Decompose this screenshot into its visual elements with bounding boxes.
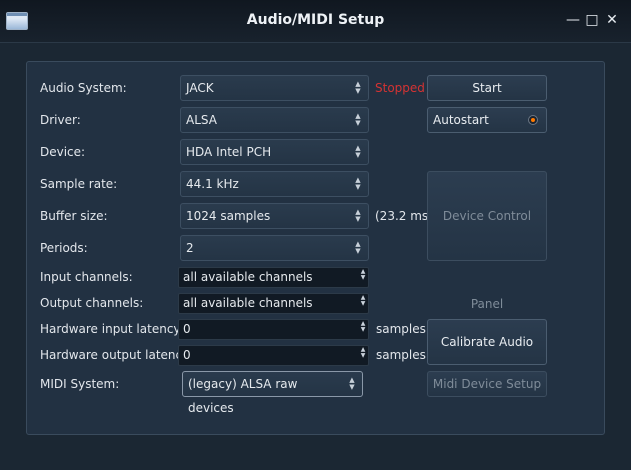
sample-rate-value: 44.1 kHz xyxy=(186,177,239,191)
audio-system-label: Audio System: xyxy=(40,81,127,95)
updown-arrows-icon: ▲ ▼ xyxy=(355,144,361,159)
updown-arrows-icon: ▲ ▼ xyxy=(355,240,361,255)
start-button[interactable]: Start xyxy=(427,75,547,101)
periods-label: Periods: xyxy=(40,241,88,255)
hw-input-latency-spinbox[interactable]: 0 ▲ ▼ xyxy=(178,319,369,340)
sample-rate-select[interactable]: 44.1 kHz ▲ ▼ xyxy=(180,171,369,197)
updown-arrows-icon: ▲ ▼ xyxy=(355,112,361,127)
hw-output-latency-spinbox[interactable]: 0 ▲ ▼ xyxy=(178,345,369,366)
device-value: HDA Intel PCH xyxy=(186,145,272,159)
output-latency-unit: samples xyxy=(376,348,426,362)
buffer-size-select[interactable]: 1024 samples ▲ ▼ xyxy=(180,203,369,229)
hw-output-latency-value: 0 xyxy=(183,348,191,362)
updown-arrows-icon: ▲ ▼ xyxy=(349,376,355,391)
device-select[interactable]: HDA Intel PCH ▲ ▼ xyxy=(180,139,369,165)
updown-arrows-icon: ▲ ▼ xyxy=(355,208,361,223)
autostart-button[interactable]: Autostart xyxy=(427,107,547,133)
spin-arrows-icon[interactable]: ▲ ▼ xyxy=(359,269,367,286)
audio-system-value: JACK xyxy=(186,81,214,95)
buffer-size-value: 1024 samples xyxy=(186,209,271,223)
driver-label: Driver: xyxy=(40,113,81,127)
output-channels-spinbox[interactable]: all available channels ▲ ▼ xyxy=(178,293,369,314)
spin-arrows-icon[interactable]: ▲ ▼ xyxy=(359,295,367,312)
hw-input-latency-value: 0 xyxy=(183,322,191,336)
device-label: Device: xyxy=(40,145,86,159)
input-latency-unit: samples xyxy=(376,322,426,336)
buffer-latency-ms: (23.2 ms) xyxy=(375,209,433,223)
title-bar: Audio/MIDI Setup — □ ✕ xyxy=(0,0,631,43)
autostart-label: Autostart xyxy=(433,113,489,127)
buffer-size-label: Buffer size: xyxy=(40,209,108,223)
output-channels-value: all available channels xyxy=(183,296,313,310)
driver-select[interactable]: ALSA ▲ ▼ xyxy=(180,107,369,133)
audio-system-select[interactable]: JACK ▲ ▼ xyxy=(180,75,369,101)
minimize-icon[interactable]: — xyxy=(565,12,581,28)
close-icon[interactable]: ✕ xyxy=(604,12,620,28)
midi-device-setup-button[interactable]: Midi Device Setup xyxy=(427,371,547,397)
spin-arrows-icon[interactable]: ▲ ▼ xyxy=(359,321,367,338)
updown-arrows-icon: ▲ ▼ xyxy=(355,176,361,191)
spin-arrows-icon[interactable]: ▲ ▼ xyxy=(359,347,367,364)
input-channels-spinbox[interactable]: all available channels ▲ ▼ xyxy=(178,267,369,288)
updown-arrows-icon: ▲ ▼ xyxy=(355,80,361,95)
midi-system-select[interactable]: (legacy) ALSA raw devices ▲ ▼ xyxy=(182,371,363,415)
maximize-icon[interactable]: □ xyxy=(584,12,600,28)
calibrate-audio-button[interactable]: Calibrate Audio xyxy=(427,319,547,365)
sample-rate-label: Sample rate: xyxy=(40,177,118,191)
device-control-panel-button[interactable]: Device Control Panel xyxy=(427,171,547,311)
status-badge: Stopped xyxy=(375,81,425,95)
hw-input-latency-label: Hardware input latency: xyxy=(40,322,184,336)
input-channels-label: Input channels: xyxy=(40,270,133,284)
input-channels-value: all available channels xyxy=(183,270,313,284)
periods-value: 2 xyxy=(186,241,194,255)
hw-output-latency-label: Hardware output latency: xyxy=(40,348,193,362)
periods-select[interactable]: 2 ▲ ▼ xyxy=(180,235,369,261)
midi-system-label: MIDI System: xyxy=(40,377,120,391)
output-channels-label: Output channels: xyxy=(40,296,144,310)
driver-value: ALSA xyxy=(186,113,217,127)
window-title: Audio/MIDI Setup xyxy=(246,12,385,28)
autostart-led-icon xyxy=(528,115,538,125)
